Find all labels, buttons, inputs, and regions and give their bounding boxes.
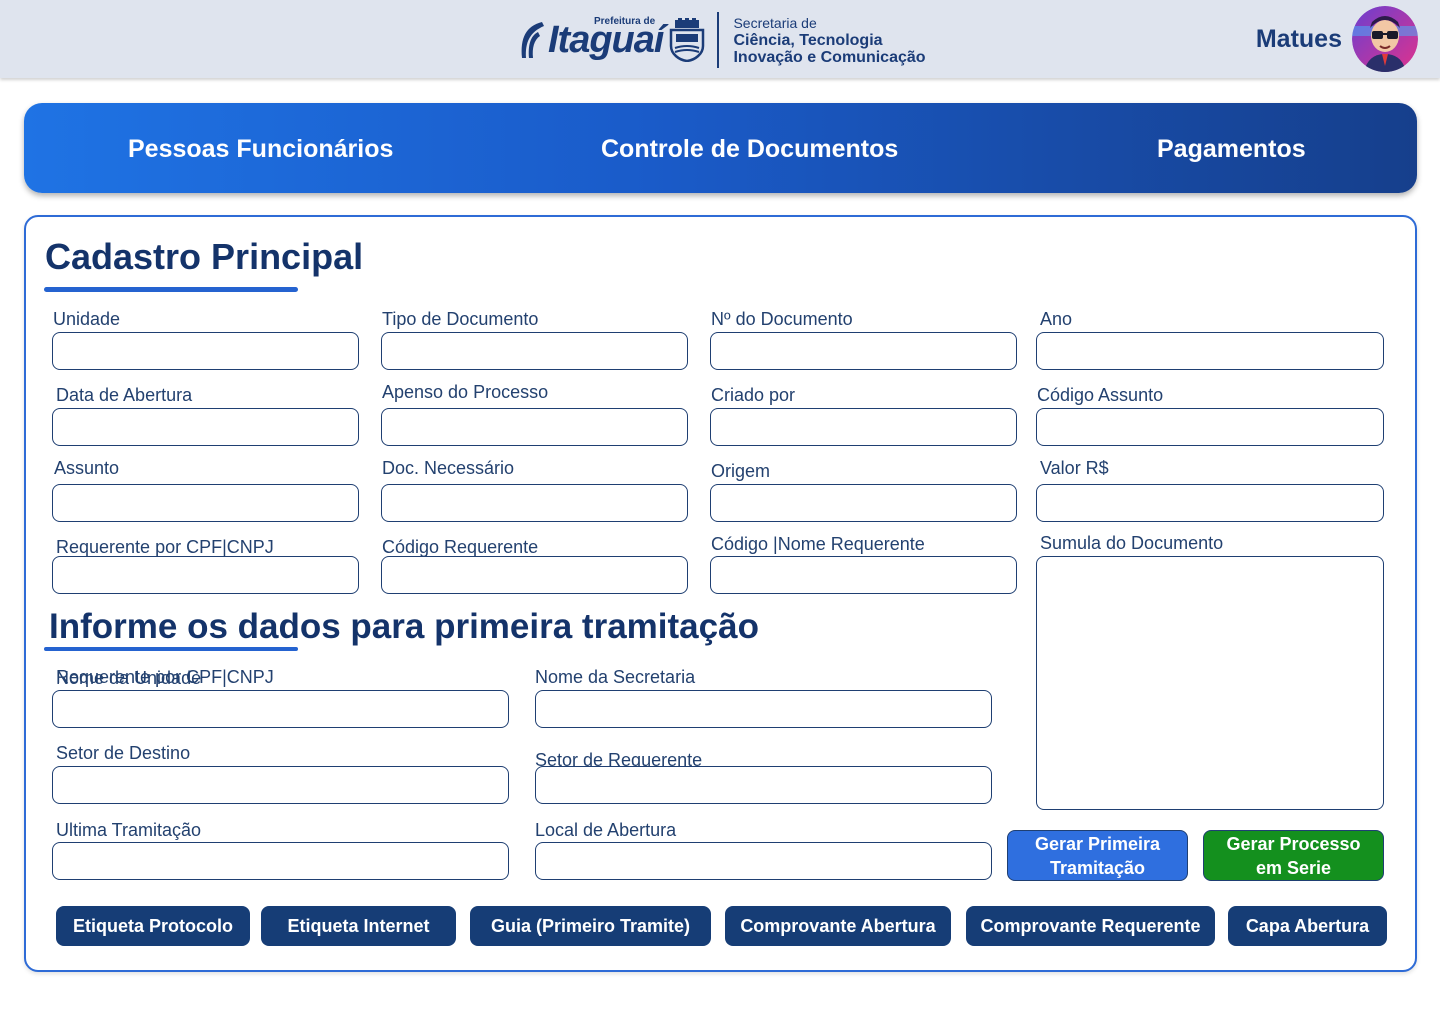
nome-unidade-input[interactable]: [52, 690, 509, 728]
data-abertura-input[interactable]: [52, 408, 359, 446]
label-codigo-requerente: Código Requerente: [382, 537, 539, 557]
label-sumula-documento: Sumula do Documento: [1040, 533, 1224, 553]
brand-prefix: Prefeitura de: [594, 16, 656, 27]
assunto-input[interactable]: [52, 484, 359, 522]
label-nome-unidade: Nome da Unidade: [56, 668, 202, 688]
section-title-tramitacao: Informe os dados para primeira tramitaçã…: [49, 607, 759, 646]
ultima-tramitacao-input[interactable]: [52, 842, 509, 880]
label-criado-por: Criado por: [711, 385, 796, 405]
section-underline: [44, 287, 298, 292]
sumula-documento-textarea[interactable]: [1036, 556, 1384, 810]
codigo-requerente-input[interactable]: [381, 556, 688, 594]
numero-documento-input[interactable]: [710, 332, 1017, 370]
label-numero-documento: Nº do Documento: [711, 309, 853, 329]
criado-por-input[interactable]: [710, 408, 1017, 446]
capa-abertura-button[interactable]: Capa Abertura: [1228, 906, 1387, 946]
guia-primeiro-tramite-button[interactable]: Guia (Primeiro Tramite): [470, 906, 711, 946]
brand-divider: [717, 12, 720, 68]
etiqueta-internet-button[interactable]: Etiqueta Internet: [261, 906, 456, 946]
label-origem: Origem: [711, 461, 771, 481]
label-doc-necessario: Doc. Necessário: [382, 458, 515, 478]
etiqueta-protocolo-button[interactable]: Etiqueta Protocolo: [56, 906, 250, 946]
label-valor: Valor R$: [1040, 458, 1109, 478]
label-setor-destino: Setor de Destino: [56, 743, 191, 763]
local-abertura-input[interactable]: [535, 842, 992, 880]
ano-input[interactable]: [1036, 332, 1384, 370]
section-underline: [44, 647, 298, 651]
label-unidade: Unidade: [53, 309, 121, 329]
comprovante-requerente-button[interactable]: Comprovante Requerente: [966, 906, 1215, 946]
codigo-assunto-input[interactable]: [1036, 408, 1384, 446]
tipo-documento-input[interactable]: [381, 332, 688, 370]
nav-pessoas-funcionarios[interactable]: Pessoas Funcionários: [128, 135, 393, 164]
city-crest-icon: [670, 18, 705, 62]
gerar-processo-serie-button[interactable]: Gerar Processo em Serie: [1203, 830, 1384, 881]
label-apenso-processo: Apenso do Processo: [382, 382, 549, 402]
user-menu[interactable]: Matues: [1256, 6, 1418, 72]
secretaria-line-2: Ciência, Tecnologia: [733, 31, 883, 49]
codigo-nome-requerente-input[interactable]: [710, 556, 1017, 594]
secretaria-line-3: Inovação e Comunicação: [733, 48, 926, 66]
brand-logo: Prefeitura de Itaguaí Secretaria de Ciên…: [516, 10, 926, 70]
secretaria-line-1: Secretaria de: [733, 14, 817, 31]
itaguai-logo-icon: [521, 22, 544, 58]
label-nome-secretaria: Nome da Secretaria: [535, 667, 696, 687]
top-header: Prefeitura de Itaguaí Secretaria de Ciên…: [0, 0, 1440, 78]
valor-input[interactable]: [1036, 484, 1384, 522]
label-codigo-assunto: Código Assunto: [1037, 385, 1164, 405]
nome-secretaria-input[interactable]: [535, 690, 992, 728]
gerar-primeira-tramitacao-button[interactable]: Gerar Primeira Tramitação: [1007, 830, 1188, 881]
label-tipo-documento: Tipo de Documento: [382, 309, 539, 329]
main-nav: Pessoas Funcionários Controle de Documen…: [24, 103, 1417, 193]
label-codigo-nome-requerente: Código |Nome Requerente: [711, 534, 925, 554]
setor-requerente-input[interactable]: [535, 766, 992, 804]
comprovante-abertura-button[interactable]: Comprovante Abertura: [725, 906, 951, 946]
user-name[interactable]: Matues: [1256, 25, 1342, 54]
apenso-processo-input[interactable]: [381, 408, 688, 446]
nav-controle-documentos[interactable]: Controle de Documentos: [601, 135, 898, 164]
setor-destino-input[interactable]: [52, 766, 509, 804]
origem-input[interactable]: [710, 484, 1017, 522]
label-local-abertura: Local de Abertura: [535, 820, 677, 840]
unidade-input[interactable]: [52, 332, 359, 370]
label-requerente-cpf-cnpj: Requerente por CPF|CNPJ: [56, 537, 274, 557]
label-data-abertura: Data de Abertura: [56, 385, 193, 405]
label-assunto: Assunto: [54, 458, 120, 478]
secretaria-name: Secretaria de Ciência, Tecnologia Inovaç…: [733, 15, 925, 66]
requerente-cpf-cnpj-input[interactable]: [52, 556, 359, 594]
doc-necessario-input[interactable]: [381, 484, 688, 522]
label-ultima-tramitacao: Ultima Tramitação: [56, 820, 202, 840]
user-avatar[interactable]: [1352, 6, 1418, 72]
section-title-cadastro: Cadastro Principal: [45, 236, 364, 277]
label-ano: Ano: [1040, 309, 1073, 329]
nav-pagamentos[interactable]: Pagamentos: [1157, 135, 1306, 164]
